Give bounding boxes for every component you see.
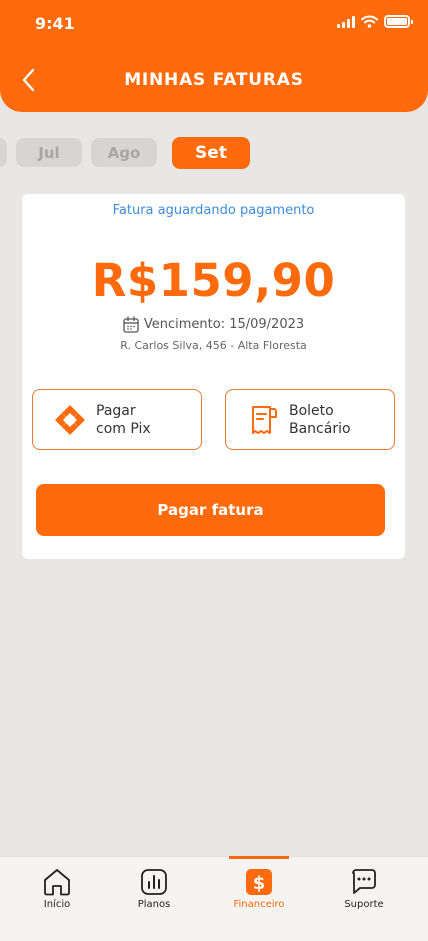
header: 9:41 MINHAS FATURAS [0,0,428,112]
invoice-amount: R$159,90 [91,254,336,307]
bottom-nav: Início Planos $ Financeiro Suporte [0,856,428,941]
month-tab-jun[interactable] [0,138,7,167]
dollar-icon: $ [244,867,274,897]
status-time: 9:41 [35,14,75,33]
nav-label-financeiro: Financeiro [233,899,285,910]
nav-item-suporte[interactable]: Suporte [319,857,409,927]
pix-label-line1: Pagar [96,402,136,419]
due-date-row: Vencimento: 15/09/2023 [22,316,405,333]
nav-item-inicio[interactable]: Início [12,857,102,927]
status-icons [337,15,413,28]
chat-icon [349,867,379,897]
month-tab-jul[interactable]: Jul [16,138,82,167]
boleto-icon [245,402,281,438]
nav-item-planos[interactable]: Planos [109,857,199,927]
nav-label-inicio: Início [43,899,71,910]
home-icon [42,867,72,897]
boleto-label-line1: Boleto [289,402,334,419]
month-tab-set[interactable]: Set [172,137,250,169]
battery-icon [384,15,413,28]
svg-text:$: $ [253,873,266,894]
nav-label-suporte: Suporte [344,899,384,910]
month-selector: Jul Ago Set [0,137,428,170]
nav-label-planos: Planos [137,899,171,910]
boleto-button[interactable]: Boleto Bancário [225,389,395,450]
pay-with-pix-button[interactable]: Pagar com Pix [32,389,202,450]
invoice-card: Fatura aguardando pagamento R$159,90 Ven… [22,194,405,559]
invoice-address: R. Carlos Silva, 456 - Alta Floresta [120,339,307,352]
pay-invoice-button[interactable]: Pagar fatura [36,484,385,536]
pix-icon [52,402,88,438]
calendar-icon [123,316,139,333]
due-date: Vencimento: 15/09/2023 [143,317,305,332]
wifi-icon [361,15,378,28]
invoice-status: Fatura aguardando pagamento [112,203,315,218]
chart-icon [139,867,169,897]
boleto-label-line2: Bancário [289,420,351,437]
signal-icon [337,15,355,28]
page-title: MINHAS FATURAS [124,70,304,90]
month-tab-ago[interactable]: Ago [91,138,157,167]
nav-item-financeiro[interactable]: $ Financeiro [214,857,304,927]
pix-label-line2: com Pix [96,420,151,437]
